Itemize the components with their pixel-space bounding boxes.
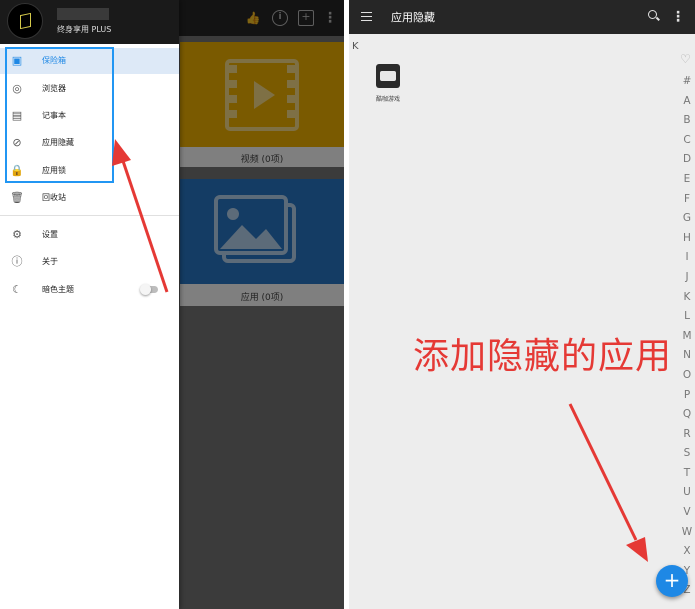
add-app-fab[interactable]: + [656,565,688,597]
dark-theme-toggle[interactable] [140,284,158,295]
index-letter[interactable]: O [679,366,695,386]
index-letter[interactable]: B [679,111,695,131]
heart-icon[interactable]: ♡ [680,52,691,66]
drawer-item-settings[interactable]: ⚙ 设置 [0,222,179,248]
index-letter[interactable]: U [679,483,695,503]
index-letter[interactable]: X [679,542,695,562]
index-letter[interactable]: H [679,229,695,249]
right-app-bar: 应用隐藏 ⋮ [349,0,695,34]
index-letter[interactable]: V [679,503,695,523]
index-letter[interactable]: S [679,444,695,464]
hamburger-menu-icon[interactable] [361,12,372,21]
trash-icon: 🗑 [10,191,24,204]
left-phone-screen: 👍 i + ⋮ 视频 (0项) 应用 (0项) [0,0,344,609]
alphabet-index-bar[interactable]: # A B C D E F G H I J K L M N O P Q R S T U V W X Y Z [679,72,695,601]
index-letter[interactable]: C [679,131,695,151]
app-logo [7,3,43,39]
username-redacted [57,8,109,20]
vr-headset-icon [376,64,400,88]
toggle-knob [140,284,151,295]
index-letter[interactable]: G [679,209,695,229]
index-letter[interactable]: N [679,346,695,366]
drawer-item-label: 设置 [42,230,58,239]
index-letter[interactable]: K [679,288,695,308]
page-title: 应用隐藏 [391,11,435,24]
index-letter[interactable]: T [679,464,695,484]
index-letter[interactable]: D [679,150,695,170]
drawer-item-about[interactable]: ⓘ 关于 [0,249,179,275]
index-letter[interactable]: E [679,170,695,190]
info-icon: ⓘ [11,255,23,268]
index-letter[interactable]: # [679,72,695,92]
index-letter[interactable]: L [679,307,695,327]
annotation-text: 添加隐藏的应用 [413,336,673,377]
index-letter[interactable]: J [679,268,695,288]
index-letter[interactable]: P [679,386,695,406]
index-letter[interactable]: Q [679,405,695,425]
vr-headset-shape [380,71,396,81]
annotation-highlight-box [5,47,114,183]
drawer-item-label: 关于 [42,257,58,266]
index-letter[interactable]: R [679,425,695,445]
drawer-item-dark-theme[interactable]: ☾ 暗色主题 [0,277,179,303]
search-icon[interactable] [648,10,657,19]
section-header-letter: K [352,41,359,52]
moon-icon: ☾ [12,283,22,296]
drawer-divider [0,215,179,216]
drawer-item-recycle-bin[interactable]: 🗑 回收站 [0,185,179,211]
plan-label: 终身享用 PLUS [57,25,112,34]
index-letter[interactable]: W [679,523,695,543]
index-letter[interactable]: M [679,327,695,347]
more-vert-icon[interactable]: ⋮ [671,9,685,25]
drawer-item-label: 回收站 [42,193,66,202]
drawer-header: 终身享用 PLUS [0,0,179,44]
logo-door-icon [20,12,31,30]
index-letter[interactable]: F [679,190,695,210]
gear-icon: ⚙ [12,228,22,241]
index-letter[interactable]: I [679,248,695,268]
drawer-item-label: 暗色主题 [42,285,74,294]
app-tile-label: 酷咖游戏 [375,96,400,103]
right-phone-screen: 应用隐藏 ⋮ K 酷咖游戏 ♡ # A B C D E F G H I J K L M N O P Q R S T U V W… [349,0,695,609]
index-letter[interactable]: A [679,92,695,112]
